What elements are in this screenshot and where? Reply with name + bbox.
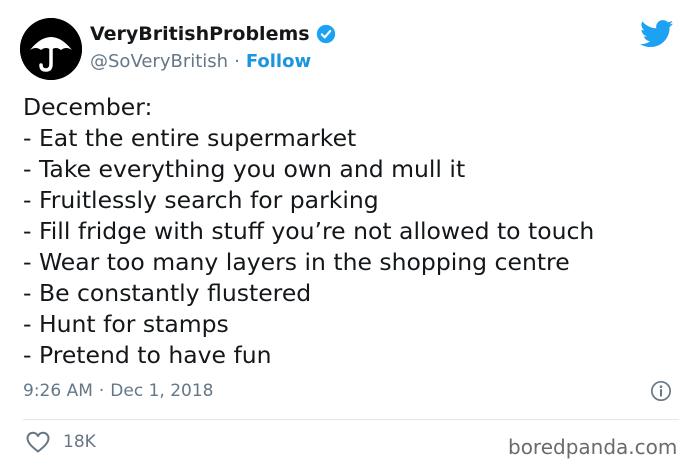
tweet-timestamp[interactable]: 9:26 AM · Dec 1, 2018	[23, 380, 213, 402]
info-icon[interactable]	[650, 380, 672, 402]
watermark: boredpanda.com	[508, 435, 678, 459]
tweet-text: December: - Eat the entire supermarket -…	[23, 92, 683, 371]
tweet-date: Dec 1, 2018	[110, 381, 214, 401]
timestamp-separator: ·	[98, 381, 105, 401]
handle-separator: ·	[234, 51, 240, 72]
tweet-line: - Fruitlessly search for parking	[23, 186, 379, 214]
like-button[interactable]: 18K	[25, 430, 96, 454]
like-count: 18K	[63, 432, 96, 452]
tweet-line: - Pretend to have fun	[23, 341, 272, 369]
umbrella-icon	[20, 18, 82, 80]
tweet-line: December:	[23, 93, 153, 121]
tweet-line: - Hunt for stamps	[23, 310, 229, 338]
tweet-line: - Fill fridge with stuff you’re not allo…	[23, 217, 595, 245]
tweet-line: - Wear too many layers in the shopping c…	[23, 248, 570, 276]
verified-badge-icon	[316, 24, 335, 44]
handle-line: @SoVeryBritish · Follow	[90, 50, 311, 74]
handle[interactable]: @SoVeryBritish	[90, 51, 228, 72]
heart-icon	[26, 431, 50, 453]
tweet-line: - Take everything you own and mull it	[23, 155, 466, 183]
tweet-line: - Be constantly flustered	[23, 279, 312, 307]
avatar[interactable]	[20, 18, 82, 80]
twitter-bird-icon[interactable]	[640, 20, 674, 48]
follow-button[interactable]: Follow	[246, 51, 311, 72]
tweet-time: 9:26 AM	[23, 381, 93, 401]
divider	[23, 419, 679, 420]
author-name-line: VeryBritishProblems	[90, 22, 336, 46]
display-name[interactable]: VeryBritishProblems	[90, 22, 310, 46]
tweet-line: - Eat the entire supermarket	[23, 124, 357, 152]
